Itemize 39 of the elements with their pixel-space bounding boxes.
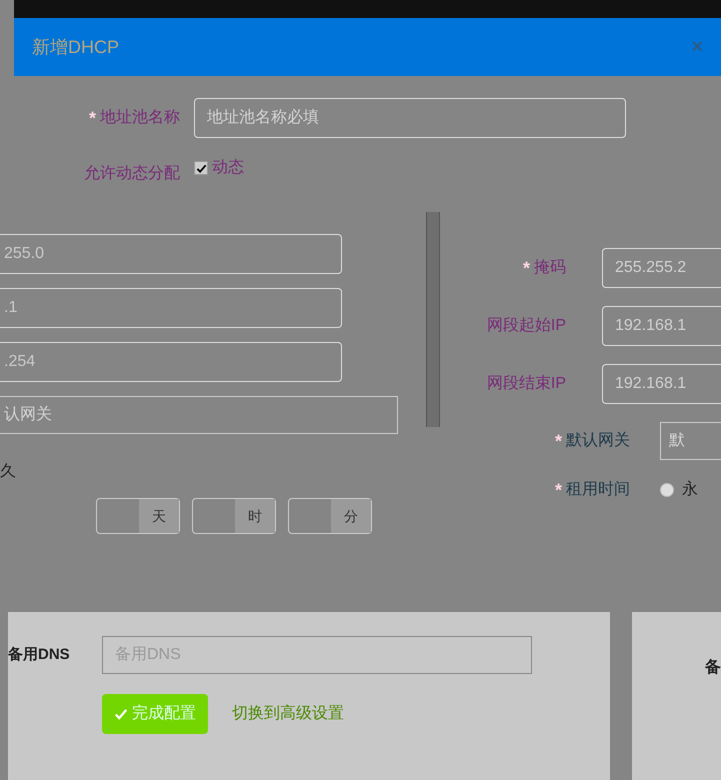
check-icon [114, 707, 128, 721]
input-field[interactable]: 地址池名称必填 [194, 98, 626, 138]
unit-addon: 时 [235, 499, 275, 533]
advanced-settings-link[interactable]: 切换到高级设置 [232, 702, 344, 726]
field-label: 地址池名称 [100, 108, 180, 128]
required-asterisk: * [554, 432, 562, 450]
gateway-field[interactable]: 认网关 [0, 396, 398, 434]
field-label: 默认网关 [566, 430, 630, 451]
input-field[interactable]: 255.255.2 [602, 248, 721, 288]
required-asterisk: * [88, 109, 96, 127]
duration-field[interactable]: 天 [96, 498, 180, 534]
submit-button[interactable]: 完成配置 [102, 694, 208, 734]
check-icon [196, 162, 206, 174]
close-button[interactable]: × [691, 33, 703, 61]
duration-field[interactable]: 分 [288, 498, 372, 534]
input-field[interactable]: 192.168.1 [602, 364, 721, 404]
field-label: 网段结束IP [486, 374, 566, 394]
radio-label: 永 [682, 480, 698, 500]
duration-field[interactable]: 时 [192, 498, 276, 534]
checkbox[interactable] [194, 161, 208, 175]
unit-addon: 天 [139, 499, 179, 533]
required-asterisk: * [554, 481, 562, 499]
dialog-title: 新增DHCP [32, 36, 120, 59]
input-field[interactable]: .1 [0, 288, 342, 328]
input-field[interactable]: 255.0 [0, 234, 342, 274]
field-label: 掩码 [534, 258, 566, 278]
field-label: 租用时间 [566, 480, 630, 500]
lease-option-label: 久 [0, 462, 17, 482]
unit-addon: 分 [331, 499, 371, 533]
field-label: 允许动态分配 [84, 164, 180, 184]
field-label: 备用DNS [8, 644, 71, 665]
field-label: 备 [705, 658, 721, 678]
input-field[interactable]: 192.168.1 [602, 306, 721, 346]
radio-button[interactable] [660, 483, 674, 497]
field-label: 网段起始IP [486, 316, 566, 336]
required-asterisk: * [522, 259, 530, 277]
checkbox-option[interactable]: 动态 [194, 156, 244, 180]
input-field[interactable]: .254 [0, 342, 342, 382]
gateway-field[interactable]: 默 [660, 422, 721, 460]
